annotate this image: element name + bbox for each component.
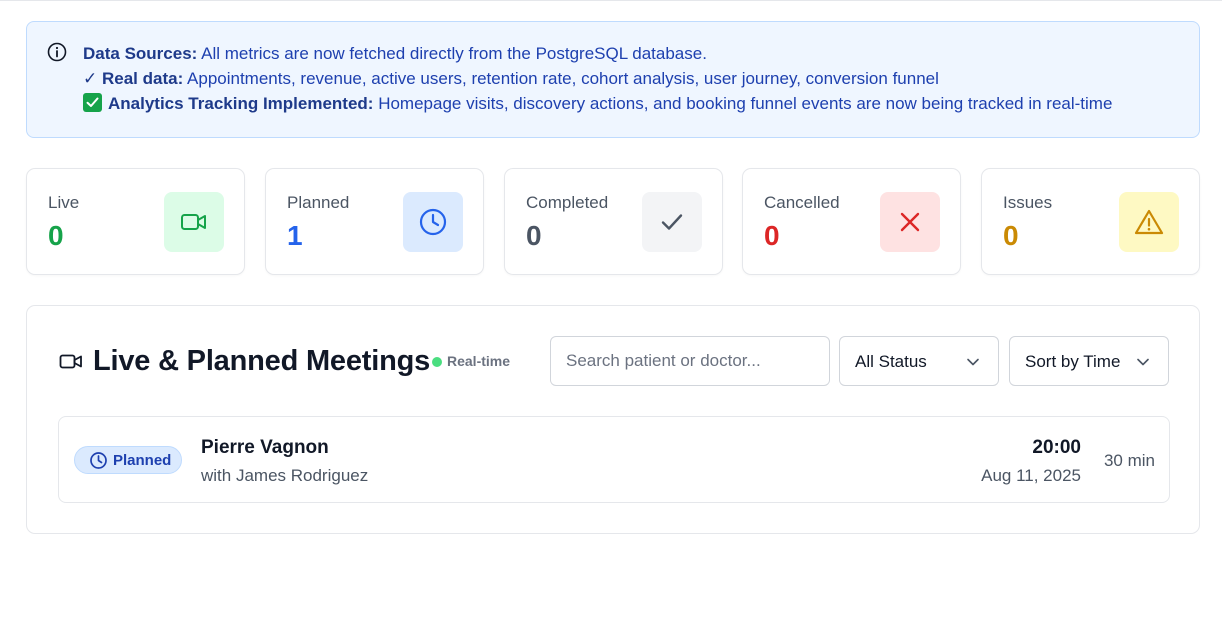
patient-name: Pierre Vagnon [201, 437, 329, 458]
info-icon [47, 42, 67, 62]
meetings-title: Live & Planned Meetings [93, 345, 431, 377]
realtime-dot-icon [432, 357, 442, 367]
meeting-row[interactable]: Planned Pierre Vagnon with James Rodrigu… [58, 416, 1170, 503]
video-icon [59, 354, 82, 369]
meeting-time: 20:00 [1032, 437, 1081, 458]
stat-card-issues: Issues 0 [981, 168, 1200, 275]
meeting-duration: 30 min [1103, 451, 1155, 470]
doctor-name: with James Rodriguez [201, 466, 369, 485]
video-icon [181, 214, 206, 230]
sort-select[interactable]: Sort by Time [1009, 336, 1169, 386]
status-filter-label: All Status [855, 352, 927, 371]
checkmark-icon: ✓ [83, 69, 98, 88]
meeting-date: Aug 11, 2025 [981, 466, 1081, 485]
warning-icon [1134, 209, 1164, 235]
stat-value: 1 [287, 220, 303, 251]
stat-card-planned: Planned 1 [265, 168, 484, 275]
stat-value: 0 [764, 220, 780, 251]
top-divider [0, 0, 1222, 1]
clock-icon [90, 452, 107, 469]
banner-line-analytics: Analytics Tracking Implemented: Homepage… [83, 91, 1112, 116]
data-sources-banner: Data Sources: All metrics are now fetche… [26, 21, 1200, 138]
clock-icon [419, 208, 447, 236]
status-badge-label: Planned [113, 452, 172, 469]
stat-icon-box [1119, 192, 1179, 252]
stat-card-cancelled: Cancelled 0 [742, 168, 961, 275]
search-input[interactable] [550, 336, 830, 386]
stat-card-live: Live 0 [26, 168, 245, 275]
meetings-panel: Live & Planned Meetings Real-time All St… [26, 305, 1200, 534]
chevron-down-icon [1137, 358, 1149, 366]
stat-icon-box [642, 192, 702, 252]
stat-value: 0 [48, 220, 64, 251]
stat-value: 0 [1003, 220, 1019, 251]
chevron-down-icon [967, 358, 979, 366]
stat-card-completed: Completed 0 [504, 168, 723, 275]
stat-label: Issues [1003, 193, 1053, 212]
stat-label: Cancelled [764, 193, 840, 212]
stat-icon-box [880, 192, 940, 252]
realtime-label: Real-time [447, 353, 511, 369]
banner-line-real-data: ✓ Real data: Appointments, revenue, acti… [83, 69, 939, 88]
stat-value: 0 [526, 220, 542, 251]
sort-label: Sort by Time [1025, 352, 1121, 371]
check-icon [661, 214, 683, 230]
green-check-icon [83, 93, 102, 112]
status-badge: Planned [74, 446, 182, 474]
status-filter-select[interactable]: All Status [839, 336, 999, 386]
stat-label: Completed [526, 193, 609, 212]
x-icon [900, 212, 920, 232]
stat-icon-box [164, 192, 224, 252]
stat-label: Planned [287, 193, 350, 212]
stat-label: Live [48, 193, 80, 212]
banner-line-data-sources: Data Sources: All metrics are now fetche… [83, 44, 707, 63]
stat-icon-box [403, 192, 463, 252]
